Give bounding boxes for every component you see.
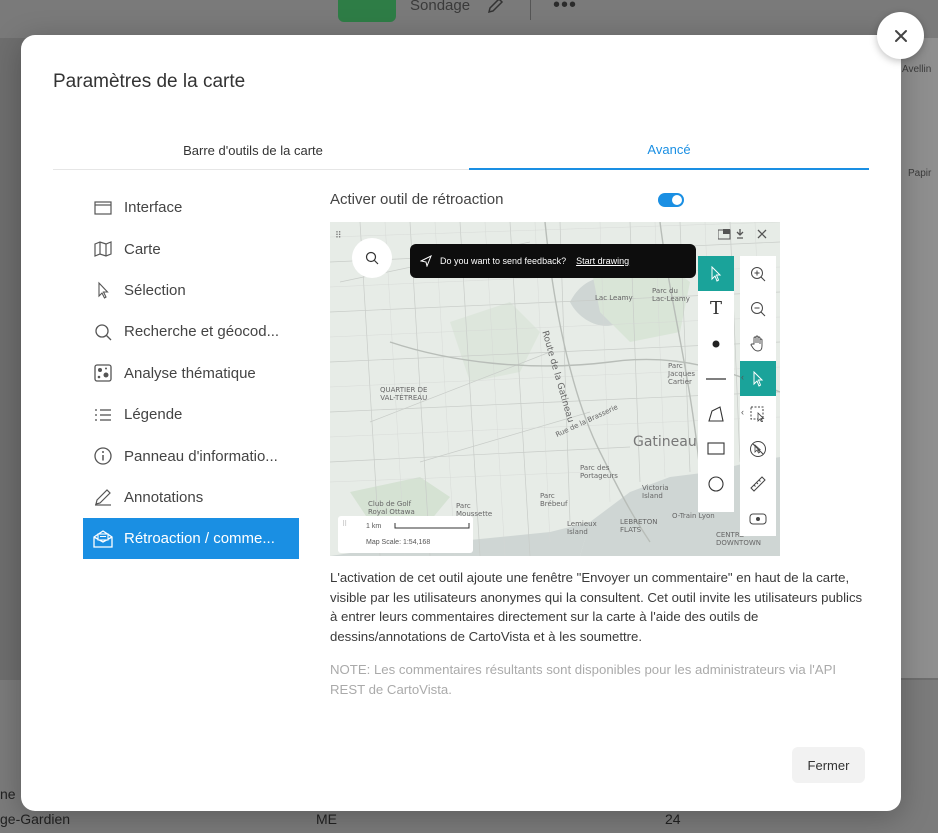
- cursor-icon: [93, 280, 113, 300]
- thematic-icon: [93, 363, 113, 383]
- map-label: Parc Jacques Cartier: [668, 362, 696, 386]
- drag-handle-icon: ⠿: [342, 521, 348, 528]
- locate-icon[interactable]: [740, 501, 776, 536]
- map-label: LEBRETON FLATS: [620, 518, 658, 534]
- polygon-tool-icon[interactable]: [698, 396, 734, 431]
- map-label: Parc Brébeuf: [540, 492, 568, 508]
- map-label: Victoria Island: [642, 484, 669, 500]
- pan-hand-icon[interactable]: [740, 326, 776, 361]
- window-controls: [717, 227, 772, 245]
- sidebar-item-thematic[interactable]: Analyse thématique: [83, 353, 299, 394]
- scale-bar: [394, 523, 470, 529]
- circle-tool-icon[interactable]: [698, 466, 734, 501]
- point-tool-icon[interactable]: [698, 326, 734, 361]
- sidebar-item-label: Légende: [124, 406, 183, 424]
- send-icon: [420, 255, 432, 267]
- more-options-icon: •••: [553, 0, 578, 16]
- collapse-arrow-icon: ‹: [741, 407, 744, 417]
- sidebar-item-search[interactable]: Recherche et géocod...: [83, 311, 299, 352]
- pen-icon: [93, 487, 113, 507]
- sidebar-item-label: Annotations: [124, 488, 204, 506]
- map-label: Lemieux Island: [567, 520, 597, 536]
- info-icon: [93, 446, 113, 466]
- sidebar-item-carte[interactable]: Carte: [83, 228, 299, 269]
- start-drawing-link[interactable]: Start drawing: [576, 256, 629, 266]
- scale-ratio: Map Scale: 1:54,168: [366, 539, 431, 546]
- zoom-out-icon[interactable]: [740, 291, 776, 326]
- rectangle-tool-icon[interactable]: [698, 431, 734, 466]
- sidebar-item-feedback[interactable]: Rétroaction / comme...: [83, 518, 299, 560]
- search-icon: [93, 322, 113, 342]
- map-scale-widget: ⠿ 1 km Map Scale: 1:54,168: [338, 516, 473, 553]
- tab-advanced[interactable]: Avancé: [469, 130, 869, 170]
- map-label: Club de Golf Royal Ottawa: [368, 500, 415, 516]
- project-name: Sondage: [410, 0, 471, 14]
- table-cell: 24: [665, 811, 681, 827]
- map-label: QUARTIER DE VAL-TÉTREAU: [380, 386, 428, 402]
- select-arrow-icon[interactable]: [740, 361, 776, 396]
- list-icon: [93, 405, 113, 425]
- close-dialog-button[interactable]: Fermer: [792, 747, 865, 783]
- sidebar-item-label: Rétroaction / comme...: [124, 530, 275, 548]
- feedback-toggle-label: Activer outil de rétroaction: [330, 191, 504, 208]
- feedback-note: NOTE: Les commentaires résultants sont d…: [330, 662, 837, 697]
- settings-sidebar: Interface Carte Sélection Recherche et g…: [83, 187, 299, 560]
- measure-ruler-icon[interactable]: [740, 466, 776, 501]
- sidebar-item-legend[interactable]: Légende: [83, 394, 299, 435]
- line-tool-icon[interactable]: [698, 361, 734, 396]
- background-map: Avellin Papir: [900, 38, 938, 678]
- collapse-arrow-icon: ‹: [741, 372, 744, 382]
- feedback-toggle-switch[interactable]: [658, 193, 684, 207]
- drag-handle-icon: ⠿: [335, 230, 342, 240]
- sidebar-item-label: Sélection: [124, 281, 186, 299]
- table-cell: ne: [0, 786, 16, 802]
- pointer-tool-icon[interactable]: [698, 256, 734, 291]
- tab-toolbar[interactable]: Barre d'outils de la carte: [53, 130, 453, 170]
- settings-tabs: Barre d'outils de la carte Avancé: [53, 130, 869, 170]
- feedback-mail-icon: [93, 529, 113, 549]
- map-label: Avellin: [902, 64, 932, 75]
- feedback-description: L'activation de cet outil ajoute une fen…: [330, 570, 863, 644]
- table-cell: ge-Gardien: [0, 811, 71, 827]
- drawing-toolbar: T: [698, 256, 734, 512]
- map-label: O-Train Lyon: [672, 512, 715, 520]
- map-label: Parc des Portageurs: [580, 464, 618, 480]
- sidebar-item-label: Recherche et géocod...: [124, 323, 280, 341]
- text-tool-icon[interactable]: T: [698, 291, 734, 326]
- map-label: Parc du Lac-Leamy: [652, 287, 690, 303]
- sidebar-item-selection[interactable]: Sélection: [83, 270, 299, 311]
- sidebar-item-label: Panneau d'informatio...: [124, 447, 278, 465]
- window-icon: [93, 198, 113, 218]
- sidebar-item-info-panel[interactable]: Panneau d'informatio...: [83, 435, 299, 476]
- map-label: Gatineau: [633, 434, 697, 450]
- box-select-icon[interactable]: [740, 396, 776, 431]
- map-settings-dialog: Paramètres de la carte Barre d'outils de…: [21, 35, 901, 811]
- dialog-title: Paramètres de la carte: [53, 71, 246, 92]
- sidebar-item-label: Interface: [124, 199, 183, 217]
- map-label: Papir: [908, 168, 932, 179]
- sidebar-item-annotations[interactable]: Annotations: [83, 477, 299, 518]
- feedback-toggle-row: Activer outil de rétroaction: [330, 189, 690, 213]
- clear-selection-icon[interactable]: [740, 431, 776, 466]
- map-toolbar: [740, 256, 776, 536]
- search-icon: [365, 251, 379, 265]
- map-icon: [93, 239, 113, 259]
- map-search-button[interactable]: [352, 238, 392, 278]
- zoom-in-icon[interactable]: [740, 256, 776, 291]
- edit-pencil-icon: [487, 0, 504, 14]
- table-cell: ME: [316, 811, 337, 827]
- sidebar-item-label: Analyse thématique: [124, 364, 256, 382]
- map-label: Lac Leamy: [595, 294, 633, 302]
- feedback-preview-image: Lac Leamy Parc du Lac-Leamy Route de la …: [330, 222, 780, 556]
- feedback-banner-text: Do you want to send feedback?: [440, 256, 567, 266]
- scale-distance: 1 km: [366, 523, 382, 530]
- sidebar-item-label: Carte: [124, 240, 161, 258]
- sidebar-item-interface[interactable]: Interface: [83, 187, 299, 228]
- feedback-banner: Do you want to send feedback? Start draw…: [410, 244, 696, 278]
- project-thumbnail: [338, 0, 396, 22]
- close-icon[interactable]: [877, 12, 924, 59]
- header-divider: [530, 0, 531, 20]
